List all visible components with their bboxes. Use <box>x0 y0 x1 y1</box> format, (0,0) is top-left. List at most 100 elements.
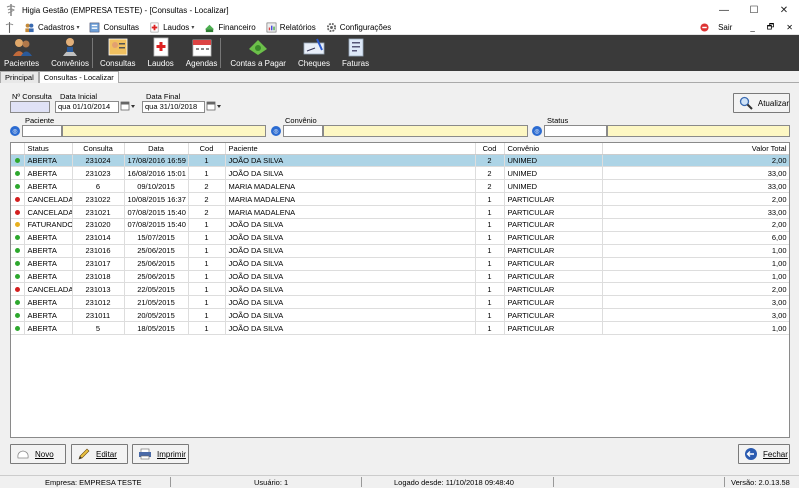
toolbar-laudos-button[interactable]: Laudos <box>148 35 174 71</box>
grid-header-status[interactable]: Status <box>24 143 73 155</box>
menu-consultas[interactable]: Consultas <box>84 20 144 35</box>
maximize-button[interactable]: ☐ <box>739 0 769 20</box>
mdi-minimize-button[interactable]: _ <box>744 23 760 32</box>
convenio-search-icon[interactable]: ◎ <box>271 126 281 136</box>
toolbar-cheques-button[interactable]: Cheques <box>298 35 330 71</box>
menu-configuracoes[interactable]: Configurações <box>321 20 397 35</box>
table-row[interactable]: ABERTA 231024 17/08/2016 16:59 1 JOÃO DA SIL… <box>11 154 789 168</box>
paciente-name-input[interactable] <box>62 125 266 137</box>
menu-relatorios-label: Relatórios <box>279 22 316 32</box>
money-icon <box>249 40 268 55</box>
status-usuario: Usuário: 1 <box>254 478 289 487</box>
cell-convenio: PARTICULAR <box>504 244 603 258</box>
fechar-button[interactable]: Fechar <box>738 444 790 464</box>
medical-report-icon <box>153 37 169 57</box>
toolbar-faturas-button[interactable]: Faturas <box>342 35 369 71</box>
convenio-name-input[interactable] <box>323 125 528 137</box>
data-final-calendar-button[interactable] <box>206 101 222 113</box>
cell-paciente: MARIA MADALENA <box>225 192 476 207</box>
grid-header-data[interactable]: Data <box>124 143 189 155</box>
cell-data: 21/05/2015 <box>124 295 189 310</box>
table-row[interactable]: CANCELADA 231013 22/05/2015 1 JOÃO DA SILVA 1… <box>11 282 789 297</box>
cell-convenio: UNIMED <box>504 179 603 194</box>
sair-button[interactable]: Sair <box>694 23 744 32</box>
cell-cod-convenio: 1 <box>475 231 505 245</box>
table-row[interactable]: ABERTA 231017 25/06/2015 1 JOÃO DA SILVA 1 PAR… <box>11 257 789 271</box>
status-search-icon[interactable]: ◎ <box>532 126 542 136</box>
grid-header-paciente[interactable]: Paciente <box>225 143 476 155</box>
cell-valor-total: 1,00 <box>602 257 789 271</box>
grid-header-valor-total[interactable]: Valor Total <box>602 143 789 155</box>
table-row[interactable]: ABERTA 231011 20/05/2015 1 JOÃO DA SILVA 1 PAR… <box>11 308 789 323</box>
toolbar-pacientes-button[interactable]: Pacientes <box>4 35 39 71</box>
menu-app-icon[interactable] <box>0 20 19 35</box>
table-row[interactable]: ABERTA 5 18/05/2015 1 JOÃO DA SILVA 1 PARTICUL… <box>11 321 789 335</box>
menu-cadastros[interactable]: Cadastros ▾ <box>19 20 84 35</box>
grid-header-cod-convenio[interactable]: Cod <box>475 143 505 155</box>
cell-status: CANCELADA <box>24 192 73 207</box>
table-row[interactable]: ABERTA 231018 25/06/2015 1 JOÃO DA SILVA 1 PAR… <box>11 270 789 284</box>
table-row[interactable]: ABERTA 231012 21/05/2015 1 JOÃO DA SILVA 1 PAR… <box>11 295 789 310</box>
status-name-input[interactable] <box>607 125 790 137</box>
toolbar-contas-pagar-button[interactable]: Contas a Pagar <box>230 35 286 71</box>
status-logado: Logado desde: 11/10/2018 09:48:40 <box>394 478 514 487</box>
cell-cod-convenio: 1 <box>475 321 505 335</box>
status-code-input[interactable] <box>544 125 607 137</box>
menu-laudos[interactable]: Laudos ▾ <box>144 20 199 35</box>
toolbar-consultas-button[interactable]: Consultas <box>100 35 136 71</box>
caduceus-icon <box>5 21 14 33</box>
menu-relatorios[interactable]: Relatórios <box>261 20 321 35</box>
cell-data: 07/08/2015 15:40 <box>124 205 189 219</box>
atualizar-button[interactable]: Atualizar <box>733 93 790 113</box>
table-row[interactable]: ABERTA 231014 15/07/2015 1 JOÃO DA SILVA 1 PAR… <box>11 231 789 245</box>
convenio-code-input[interactable] <box>283 125 323 137</box>
table-row[interactable]: CANCELADA 231022 10/08/2015 16:37 2 MARIA MA… <box>11 192 789 207</box>
row-indicator <box>11 244 25 258</box>
new-document-icon <box>15 447 31 461</box>
novo-button[interactable]: Novo <box>10 444 66 464</box>
minimize-button[interactable]: — <box>709 0 739 20</box>
close-button[interactable]: ✕ <box>769 0 799 20</box>
cell-status: ABERTA <box>24 154 73 168</box>
cell-consulta: 231020 <box>72 218 125 232</box>
mdi-restore-button[interactable]: 🗗 <box>761 21 781 35</box>
menu-financeiro[interactable]: Financeiro <box>199 20 260 35</box>
cell-status: ABERTA <box>24 270 73 284</box>
cell-paciente: JOÃO DA SILVA <box>225 218 476 232</box>
consultas-grid[interactable]: Status Consulta Data Cod Paciente Cod Co… <box>10 142 790 438</box>
row-indicator <box>11 308 25 323</box>
editar-button[interactable]: Editar <box>71 444 128 464</box>
table-row[interactable]: FATURANDO 231020 07/08/2015 15:40 1 JOÃO DA … <box>11 218 789 232</box>
status-dot-icon <box>14 325 20 331</box>
tab-consultas-localizar[interactable]: Consultas - Localizar <box>38 71 119 83</box>
grid-header-convenio[interactable]: Convênio <box>504 143 603 155</box>
cell-consulta: 231013 <box>72 282 125 297</box>
toolbar-agendas-button[interactable]: Agendas <box>186 35 217 71</box>
table-row[interactable]: CANCELADA 231021 07/08/2015 15:40 2 MARIA MA… <box>11 205 789 219</box>
data-inicial-input[interactable]: qua 01/10/2014 <box>55 101 119 113</box>
cell-consulta: 231016 <box>72 244 125 258</box>
grid-header-cod-paciente[interactable]: Cod <box>188 143 226 155</box>
tab-principal[interactable]: Principal <box>0 71 39 83</box>
table-row[interactable]: ABERTA 231016 25/06/2015 1 JOÃO DA SILVA 1 PAR… <box>11 244 789 258</box>
status-separator <box>170 477 171 487</box>
data-final-input[interactable]: qua 31/10/2018 <box>142 101 205 113</box>
imprimir-label: Imprimir <box>157 449 186 459</box>
atualizar-label: Atualizar <box>757 98 789 108</box>
table-row[interactable]: ABERTA 231023 16/08/2016 15:01 1 JOÃO DA SIL… <box>11 166 789 181</box>
paciente-code-input[interactable] <box>22 125 62 137</box>
grid-header-consulta[interactable]: Consulta <box>72 143 125 155</box>
cell-cod-paciente: 2 <box>188 205 226 219</box>
cell-convenio: PARTICULAR <box>504 321 603 335</box>
paciente-search-icon[interactable]: ◎ <box>10 126 20 136</box>
mdi-close-button[interactable]: ✕ <box>780 23 799 32</box>
imprimir-button[interactable]: Imprimir <box>132 444 189 464</box>
table-row[interactable]: ABERTA 6 09/10/2015 2 MARIA MADALENA 2 UNIMED 3… <box>11 179 789 194</box>
cell-data: 18/05/2015 <box>124 321 189 335</box>
cell-paciente: MARIA MADALENA <box>225 205 476 219</box>
data-inicial-calendar-button[interactable] <box>120 101 136 113</box>
toolbar-convenios-button[interactable]: Convênios <box>51 35 89 71</box>
magnifier-icon <box>738 96 754 110</box>
num-consulta-input[interactable] <box>10 101 50 113</box>
status-separator <box>553 477 554 487</box>
